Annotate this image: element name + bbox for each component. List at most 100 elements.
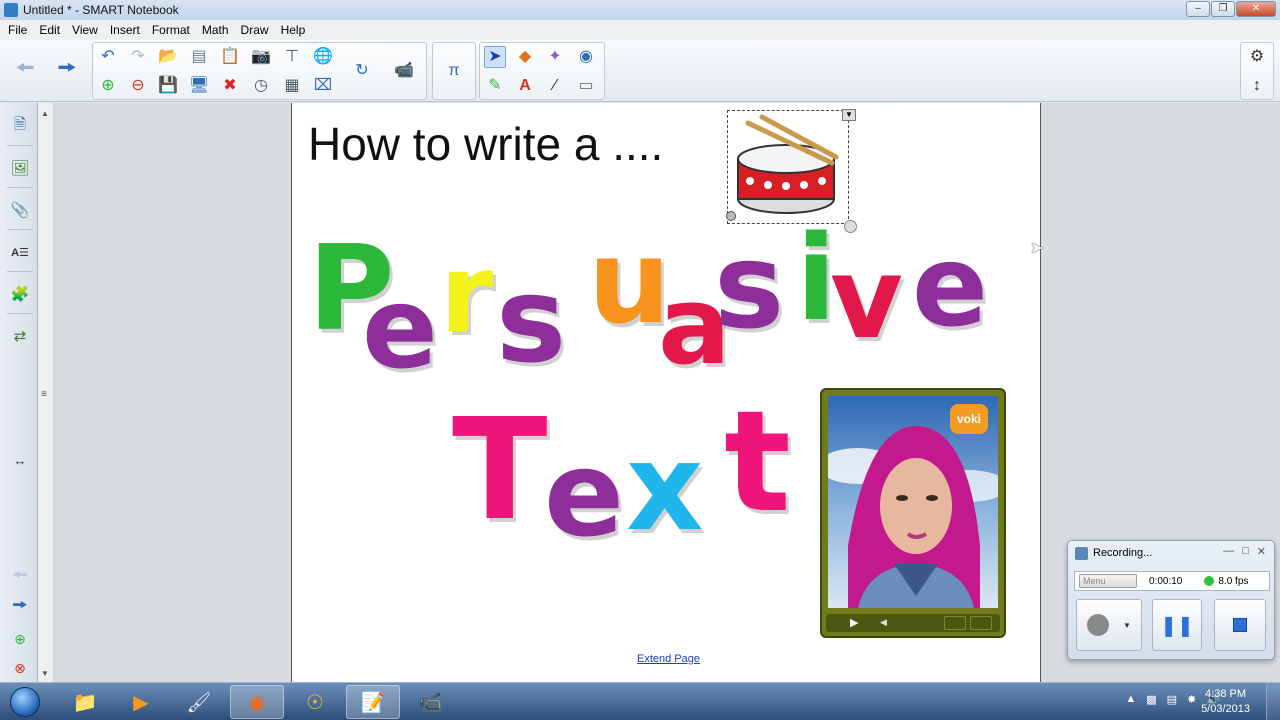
record-options-arrow-icon[interactable]: ▼: [1123, 621, 1131, 630]
pens-icon[interactable]: ✎: [484, 75, 506, 97]
document-camera-icon[interactable]: 📹: [393, 60, 415, 82]
rec-minimize-icon[interactable]: —: [1223, 545, 1234, 558]
save-icon[interactable]: 💾: [157, 75, 179, 97]
recorder-task-icon[interactable]: 📹: [404, 685, 458, 719]
menu-format[interactable]: Format: [146, 23, 196, 37]
word-persuasive-letter[interactable]: e: [912, 231, 988, 343]
insert-table-icon[interactable]: ▦: [281, 75, 303, 97]
voki-button[interactable]: [944, 616, 966, 630]
page-sorter-icon[interactable]: 🗎: [8, 113, 32, 139]
smart-exchange-icon[interactable]: ⇄: [8, 323, 32, 349]
delete-page-sidebar-icon[interactable]: ⊗: [8, 655, 32, 681]
word-persuasive-letter[interactable]: s: [714, 227, 784, 345]
word-persuasive-letter[interactable]: e: [362, 273, 438, 385]
full-screen-icon[interactable]: 🖥: [188, 75, 210, 97]
menu-draw[interactable]: Draw: [235, 23, 275, 37]
close-button[interactable]: ✕: [1236, 1, 1276, 17]
clock-icon[interactable]: ◷: [250, 75, 272, 97]
menu-help[interactable]: Help: [275, 23, 312, 37]
tray-expand-icon[interactable]: ▲: [1125, 693, 1136, 706]
properties-icon[interactable]: A☰: [8, 239, 32, 265]
scroll-down-arrow-icon[interactable]: ▼: [41, 669, 49, 678]
delete-page-icon[interactable]: ⊖: [127, 75, 149, 97]
network-icon[interactable]: ▩: [1146, 693, 1156, 706]
record-button[interactable]: ▼: [1076, 599, 1142, 651]
media-player-icon[interactable]: ▶: [114, 685, 168, 719]
next-page-icon[interactable]: 🠚: [8, 595, 32, 621]
open-folder-icon[interactable]: 📂: [157, 46, 179, 68]
firefox-icon[interactable]: ◉: [230, 685, 284, 719]
minimize-button[interactable]: –: [1186, 1, 1210, 17]
previous-page-icon[interactable]: 🠘: [8, 565, 32, 591]
extend-page-link[interactable]: Extend Page: [637, 653, 700, 665]
close-x-box-icon[interactable]: ⌧: [312, 75, 334, 97]
move-toolbar-icon[interactable]: ↕: [1246, 75, 1268, 97]
voki-avatar-widget[interactable]: voki ▶ ◀: [820, 388, 1006, 638]
paste-icon[interactable]: 📋: [219, 46, 241, 68]
device-icon[interactable]: ▤: [1167, 693, 1177, 706]
magic-pen-icon[interactable]: ✦: [544, 46, 566, 68]
object-menu-arrow-icon[interactable]: ▼: [842, 109, 856, 121]
vertical-scrollbar[interactable]: ▲ ≡ ▼: [38, 103, 54, 683]
scroll-grip-icon[interactable]: ≡: [41, 389, 47, 400]
rec-close-icon[interactable]: ✕: [1257, 545, 1266, 558]
gear-icon[interactable]: ⚙: [1246, 46, 1268, 68]
word-persuasive-letter[interactable]: s: [496, 261, 566, 379]
word-text-letter[interactable]: x: [626, 429, 703, 549]
smart-board-icon[interactable]: ✸: [1187, 693, 1196, 706]
add-page-sidebar-icon[interactable]: ⊕: [8, 626, 32, 652]
menu-edit[interactable]: Edit: [33, 23, 66, 37]
recording-dialog[interactable]: Recording... — □ ✕ Menu 0:00:10 8.0 fps …: [1067, 540, 1275, 660]
math-pi-icon[interactable]: π: [443, 60, 465, 82]
show-desktop-button[interactable]: [1266, 683, 1280, 720]
eraser-icon[interactable]: ▭: [575, 75, 597, 97]
text-tool-icon[interactable]: A: [514, 75, 536, 97]
gallery-globe-icon[interactable]: 🌐: [312, 46, 334, 68]
drum-image[interactable]: [728, 111, 848, 221]
line-tool-icon[interactable]: ∕: [544, 75, 566, 97]
back-arrow-icon[interactable]: 🠘: [14, 57, 36, 79]
play-icon[interactable]: ▶: [850, 616, 858, 629]
word-text-letter[interactable]: T: [452, 401, 548, 541]
recording-menu-dropdown[interactable]: Menu: [1079, 574, 1137, 588]
scroll-up-arrow-icon[interactable]: ▲: [41, 109, 49, 118]
undo-icon[interactable]: ↶: [97, 46, 119, 68]
pause-button[interactable]: ❚❚: [1152, 599, 1202, 651]
resize-handle[interactable]: [844, 220, 857, 233]
page-heading[interactable]: How to write a ....: [308, 117, 663, 171]
table-text-icon[interactable]: ⊤: [281, 46, 303, 68]
voki-button[interactable]: [970, 616, 992, 630]
forward-arrow-icon[interactable]: 🠚: [56, 57, 78, 79]
add-page-icon[interactable]: ⊕: [97, 75, 119, 97]
addons-puzzle-icon[interactable]: 🧩: [8, 281, 32, 307]
rec-maximize-icon[interactable]: □: [1242, 545, 1249, 558]
menu-file[interactable]: File: [2, 23, 33, 37]
menu-math[interactable]: Math: [196, 23, 235, 37]
word-text-letter[interactable]: e: [544, 435, 624, 553]
stop-button[interactable]: [1214, 599, 1266, 651]
volume-icon[interactable]: ◀: [880, 617, 887, 628]
smart-notebook-task-icon[interactable]: 📝: [346, 685, 400, 719]
notebook-page[interactable]: How to write a .... ▼ P e r s u a s i v …: [291, 103, 1041, 683]
delete-icon[interactable]: ✖: [219, 75, 241, 97]
attachments-paperclip-icon[interactable]: 📎: [8, 197, 32, 223]
resize-sidebar-icon[interactable]: ↔: [8, 447, 32, 473]
chrome-icon[interactable]: ☉: [288, 685, 342, 719]
select-pointer-icon[interactable]: ➤: [484, 46, 506, 68]
screen-capture-icon[interactable]: 📷: [250, 46, 272, 68]
word-persuasive-letter[interactable]: r: [440, 241, 493, 349]
word-persuasive-letter[interactable]: v: [830, 243, 903, 355]
paint-tools-icon[interactable]: 🖌: [172, 685, 226, 719]
word-text-letter[interactable]: t: [724, 393, 791, 533]
gallery-icon[interactable]: 🖼: [8, 155, 32, 181]
fill-icon[interactable]: ◉: [575, 46, 597, 68]
explorer-icon[interactable]: 📁: [58, 685, 112, 719]
start-button[interactable]: [2, 684, 48, 720]
shapes-icon[interactable]: ◆: [514, 46, 536, 68]
show-hide-screen-shade-icon[interactable]: ▤: [188, 46, 210, 68]
menu-view[interactable]: View: [66, 23, 104, 37]
clock[interactable]: 4:38 PM 5/03/2013: [1201, 687, 1250, 717]
restore-button[interactable]: ❐: [1211, 1, 1235, 17]
refresh-view-icon[interactable]: ↻: [351, 60, 373, 82]
redo-icon[interactable]: ↷: [127, 46, 149, 68]
